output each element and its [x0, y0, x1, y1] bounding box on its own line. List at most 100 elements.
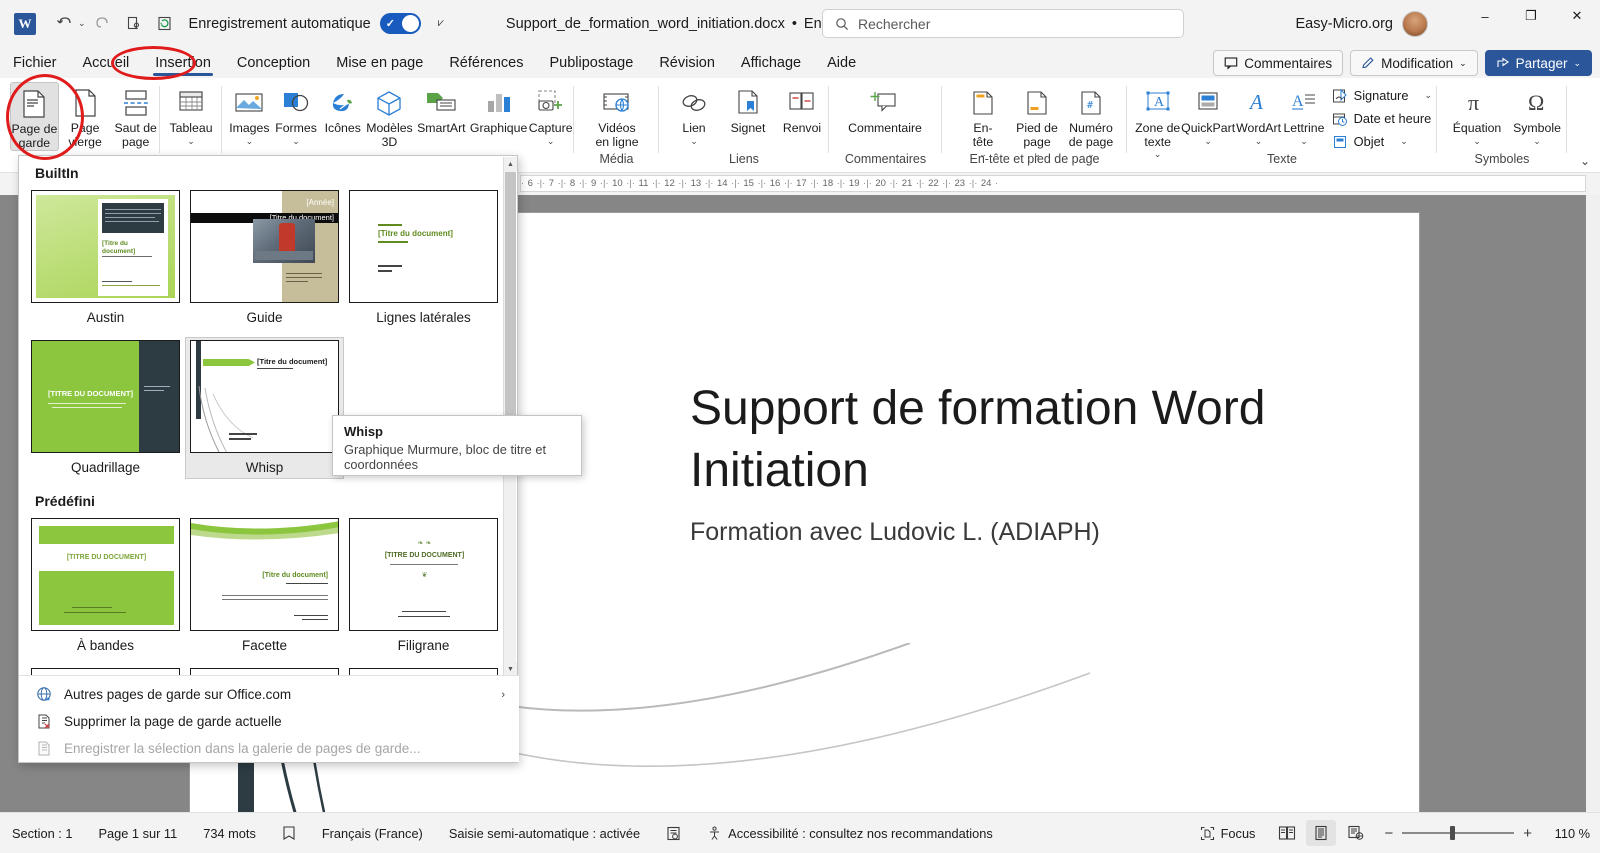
search-input[interactable]: Rechercher: [822, 9, 1184, 38]
icones-button[interactable]: Icônes: [319, 82, 366, 150]
chevron-down-icon[interactable]: ⌄: [1573, 58, 1581, 69]
editing-button[interactable]: Modification ⌄: [1350, 50, 1478, 76]
formes-button[interactable]: Formes ⌄: [273, 82, 320, 150]
zoom-level[interactable]: 110 %: [1546, 826, 1590, 841]
gallery-item-guide[interactable]: [Année] [Titre du document] Guide: [185, 187, 344, 329]
scroll-up-icon[interactable]: ▲: [504, 157, 517, 171]
wordart-button[interactable]: A WordArt ⌄: [1236, 82, 1281, 150]
chevron-down-icon[interactable]: ⌄: [1533, 136, 1541, 146]
graphique-button[interactable]: Graphique: [470, 82, 527, 150]
gallery-menu-item-office-com[interactable]: Autres pages de garde sur Office.com ›: [19, 681, 519, 708]
restore-button[interactable]: ❐: [1508, 0, 1554, 32]
chevron-down-icon[interactable]: ⌄: [187, 136, 195, 146]
pied-de-page-button[interactable]: Pied de page ⌄: [1010, 82, 1064, 159]
chevron-right-icon[interactable]: ›: [501, 689, 505, 701]
objet-button[interactable]: Objet ⌄: [1327, 130, 1437, 153]
tab-aide[interactable]: Aide: [814, 48, 869, 78]
videos-en-ligne-button[interactable]: Vidéos en ligne: [584, 82, 650, 150]
chevron-down-icon[interactable]: ⌄: [1473, 136, 1481, 146]
smartart-button[interactable]: SmartArt: [413, 82, 470, 150]
gallery-item-facette[interactable]: [Titre du document] Facette: [185, 515, 344, 657]
undo-caret-icon[interactable]: ⌄: [78, 18, 86, 29]
scroll-down-icon[interactable]: ▼: [504, 662, 517, 676]
share-button[interactable]: Partager ⌄: [1484, 50, 1592, 76]
status-page[interactable]: Page 1 sur 11: [85, 820, 190, 846]
print-preview-icon[interactable]: [120, 10, 148, 38]
zoom-track[interactable]: [1402, 826, 1515, 840]
tab-references[interactable]: Références: [436, 48, 536, 78]
zone-de-texte-button[interactable]: A Zone de texte ⌄: [1135, 82, 1180, 159]
focus-button[interactable]: Focus: [1188, 820, 1269, 846]
zoom-knob[interactable]: [1450, 826, 1456, 840]
commentaire-button[interactable]: Commentaire: [839, 82, 931, 150]
chevron-down-icon[interactable]: ⌄: [1204, 136, 1212, 146]
status-autocomplete[interactable]: Saisie semi-automatique : activée: [436, 820, 653, 846]
undo-icon[interactable]: [50, 10, 78, 38]
symbole-button[interactable]: Ω Symbole ⌄: [1507, 82, 1567, 150]
page-de-garde-button[interactable]: Page de garde: [10, 82, 59, 151]
page-vierge-button[interactable]: Page vierge: [61, 82, 110, 150]
status-language[interactable]: Français (France): [309, 820, 436, 846]
en-tete-button[interactable]: En- tête ⌄: [956, 82, 1010, 159]
gallery-item-a-bandes[interactable]: [TITRE DU DOCUMENT] À bandes: [26, 515, 185, 657]
autosave-toggle[interactable]: ✓: [379, 13, 421, 34]
images-button[interactable]: Images ⌄: [226, 82, 273, 150]
tab-conception[interactable]: Conception: [224, 48, 323, 78]
qat-more-icon[interactable]: ⩗: [438, 17, 444, 30]
track-changes-icon[interactable]: [653, 820, 694, 846]
tab-revision[interactable]: Révision: [646, 48, 728, 78]
lien-button[interactable]: Lien ⌄: [667, 82, 721, 150]
chevron-down-icon[interactable]: ⌄: [246, 136, 254, 146]
horizontal-ruler[interactable]: · 6 · | · 7 · | · 8 · | · 9 · | · 10 · | · 11 · | · 12 · | · 1…: [520, 175, 1586, 192]
tab-accueil[interactable]: Accueil: [70, 48, 143, 78]
tab-fichier[interactable]: Fichier: [0, 48, 70, 78]
proofing-icon[interactable]: [269, 820, 309, 846]
chevron-down-icon[interactable]: ⌄: [1459, 58, 1467, 69]
tab-affichage[interactable]: Affichage: [728, 48, 814, 78]
status-accessibility[interactable]: Accessibilité : consultez nos recommanda…: [694, 820, 1006, 846]
date-et-heure-button[interactable]: Date et heure: [1327, 107, 1437, 130]
gallery-item-austin[interactable]: [Titre du document] Austin: [26, 187, 185, 329]
account-area[interactable]: Easy-Micro.org: [1296, 9, 1428, 39]
capture-button[interactable]: Capture ⌄: [527, 82, 574, 150]
minimize-button[interactable]: –: [1462, 0, 1508, 32]
gallery-menu-item-remove-cover[interactable]: Supprimer la page de garde actuelle: [19, 708, 519, 735]
redo-icon[interactable]: [89, 10, 117, 38]
autosave-control[interactable]: Enregistrement automatique ✓ ⩗: [189, 13, 444, 34]
gallery-item-lignes-laterales[interactable]: [Titre du document] Lignes latérales: [344, 187, 503, 329]
equation-button[interactable]: π Équation ⌄: [1447, 82, 1507, 150]
numero-de-page-button[interactable]: # Numéro de page ⌄: [1064, 82, 1118, 159]
doc-title-text[interactable]: Support de formation Word Initiation: [690, 378, 1330, 502]
gallery-item-filigrane[interactable]: ❧ ❧ [TITRE DU DOCUMENT] ❦ Filigrane: [344, 515, 503, 657]
chevron-down-icon[interactable]: ⌄: [1400, 136, 1408, 147]
tableau-button[interactable]: Tableau ⌄: [164, 82, 218, 150]
status-section[interactable]: Section : 1: [0, 820, 85, 846]
web-layout-button[interactable]: [1340, 820, 1370, 846]
status-words[interactable]: 734 mots: [190, 820, 269, 846]
signature-button[interactable]: Signature ⌄: [1327, 84, 1437, 107]
sync-save-icon[interactable]: [151, 10, 179, 38]
modeles-3d-button[interactable]: Modèles 3D ⌄: [366, 82, 413, 159]
close-button[interactable]: ✕: [1554, 0, 1600, 32]
quickpart-button[interactable]: QuickPart ⌄: [1180, 82, 1235, 150]
vertical-scrollbar[interactable]: [1586, 195, 1600, 812]
chevron-down-icon[interactable]: ⌄: [547, 136, 555, 146]
tab-insertion[interactable]: Insertion: [142, 48, 224, 78]
avatar[interactable]: [1402, 11, 1428, 37]
collapse-ribbon-button[interactable]: ⌄: [1580, 154, 1590, 168]
zoom-in-button[interactable]: +: [1523, 825, 1532, 842]
zoom-slider[interactable]: − +: [1384, 825, 1532, 842]
chevron-down-icon[interactable]: ⌄: [1255, 136, 1263, 146]
lettrine-button[interactable]: A Lettrine ⌄: [1281, 82, 1326, 150]
comments-button[interactable]: Commentaires: [1213, 50, 1344, 76]
saut-de-page-button[interactable]: Saut de page: [111, 82, 160, 150]
gallery-item-whisp[interactable]: [Titre du document] Whisp: [185, 337, 344, 479]
chevron-down-icon[interactable]: ⌄: [690, 136, 698, 146]
chevron-down-icon[interactable]: ⌄: [1300, 136, 1308, 146]
zoom-out-button[interactable]: −: [1384, 825, 1393, 842]
signet-button[interactable]: Signet: [721, 82, 775, 150]
chevron-down-icon[interactable]: ⌄: [292, 136, 300, 146]
tab-publipostage[interactable]: Publipostage: [536, 48, 646, 78]
renvoi-button[interactable]: Renvoi: [775, 82, 829, 150]
chevron-down-icon[interactable]: ⌄: [1424, 90, 1432, 101]
